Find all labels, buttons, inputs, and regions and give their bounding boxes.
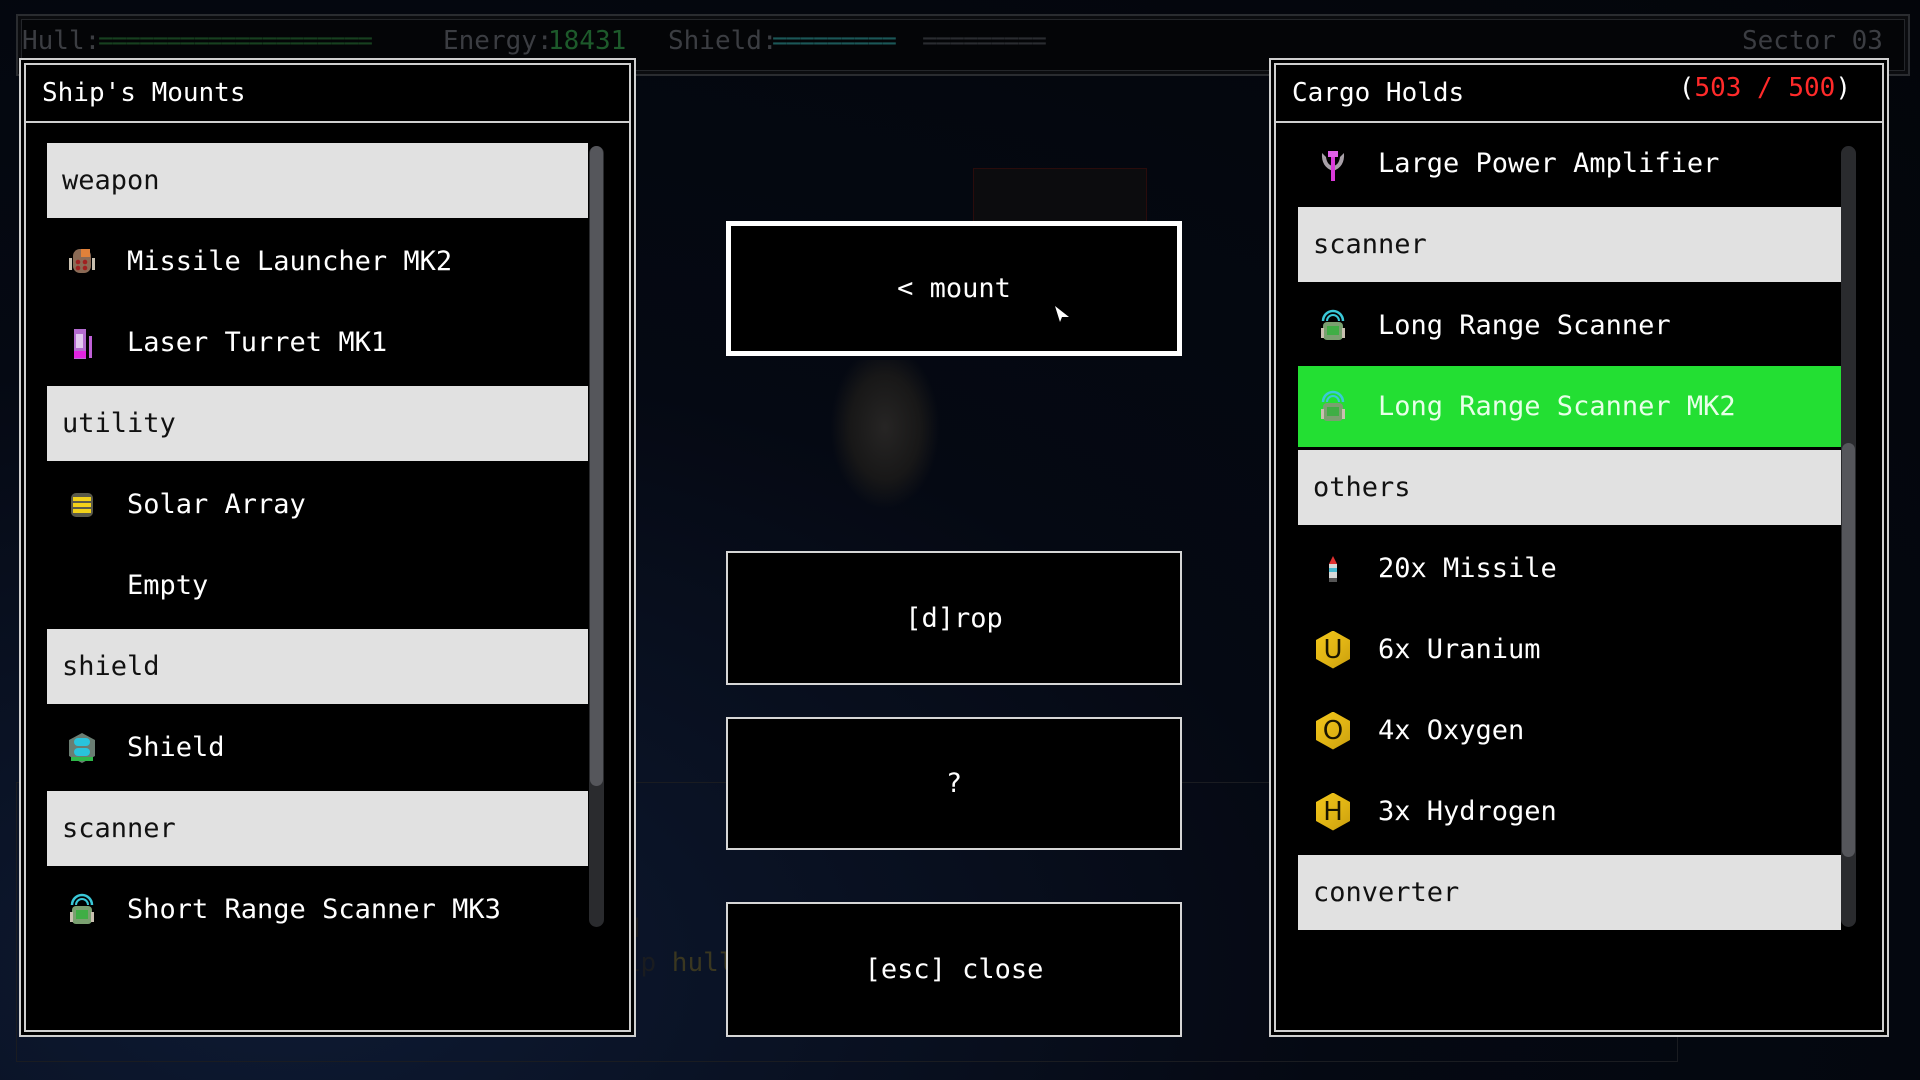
uranium-icon: U [1316, 630, 1350, 669]
hull-bar: ==================== [98, 26, 373, 56]
cargo-list[interactable]: Large Power Amplifier scanner Long Range S… [1298, 126, 1841, 996]
help-button-label: ? [945, 768, 963, 799]
mounts-list-item[interactable]: Solar Array [47, 464, 588, 545]
scanner-icon [1316, 388, 1350, 426]
shield-bar: ========= [772, 26, 897, 56]
mounts-list[interactable]: weapon Missile Launcher MK2 Laser Turret M… [47, 143, 588, 1013]
shield-generator-icon [65, 729, 99, 767]
mounts-list-item[interactable]: Missile Launcher MK2 [47, 221, 588, 302]
item-label: 4x Oxygen [1378, 715, 1525, 746]
mounts-panel-header: Ship's Mounts [26, 65, 629, 123]
item-label: Short Range Scanner MK3 [127, 894, 501, 925]
cargo-list-item[interactable]: H 3x Hydrogen [1298, 771, 1841, 852]
cargo-scrollbar[interactable] [1841, 146, 1856, 927]
cargo-list-item[interactable]: O 4x Oxygen [1298, 690, 1841, 771]
item-label: Empty [127, 570, 209, 601]
hydrogen-icon: H [1316, 792, 1350, 831]
cargo-list-item[interactable]: Long Range Scanner [1298, 285, 1841, 366]
missile-icon [1316, 550, 1350, 588]
drop-button-label: [d]rop [905, 602, 1003, 634]
energy-label: Energy: [443, 26, 553, 56]
mounts-list-item[interactable]: Shield [47, 707, 588, 788]
category-label: others [1313, 472, 1411, 503]
cargo-category-header: others [1298, 450, 1841, 525]
mounts-category-header: weapon [47, 143, 588, 218]
help-button[interactable]: ? [726, 717, 1182, 850]
item-label: 3x Hydrogen [1378, 796, 1557, 827]
mounts-list-item[interactable]: Laser Turret MK1 [47, 302, 588, 383]
cargo-scroll-thumb[interactable] [1842, 442, 1855, 857]
sector-label: Sector 03 [1742, 26, 1883, 56]
drop-button[interactable]: [d]rop [726, 551, 1182, 685]
mount-button[interactable]: < mount [726, 221, 1182, 356]
shield-label: Shield: [668, 26, 778, 56]
category-label: utility [62, 408, 176, 439]
laser-turret-icon [65, 324, 99, 362]
scanner-icon [1316, 307, 1350, 345]
scanner-icon [65, 891, 99, 929]
cargo-panel: Cargo Holds (503 / 500) Large Power Ampl… [1269, 58, 1889, 1037]
mount-button-label: < mount [897, 273, 1011, 304]
mounts-panel: Ship's Mounts weapon Missile Launcher MK2… [19, 58, 636, 1037]
item-label: Laser Turret MK1 [127, 327, 388, 358]
player-ship-sprite [830, 360, 940, 510]
mounts-category-header: scanner [47, 791, 588, 866]
item-label: Long Range Scanner [1378, 310, 1671, 341]
energy-value: 18431 [548, 26, 627, 56]
item-label: Shield [127, 732, 225, 763]
cargo-panel-title: Cargo Holds [1292, 78, 1465, 108]
item-label: Large Power Amplifier [1378, 148, 1720, 179]
mounts-category-header: utility [47, 386, 588, 461]
category-label: scanner [62, 813, 176, 844]
item-label: Solar Array [127, 489, 306, 520]
mounts-scrollbar[interactable] [589, 146, 604, 927]
category-label: scanner [1313, 229, 1427, 260]
close-button[interactable]: [esc] close [726, 902, 1182, 1037]
category-label: converter [1313, 877, 1460, 908]
item-label: 20x Missile [1378, 553, 1557, 584]
mounts-panel-title: Ship's Mounts [42, 78, 246, 108]
missile-launcher-icon [65, 243, 99, 281]
power-amplifier-icon [1316, 145, 1350, 183]
category-label: shield [62, 651, 160, 682]
solar-array-icon [65, 486, 99, 524]
item-label: Missile Launcher MK2 [127, 246, 453, 277]
item-label: Long Range Scanner MK2 [1378, 391, 1736, 422]
cargo-list-item[interactable]: 20x Missile [1298, 528, 1841, 609]
cargo-list-item[interactable]: Large Power Amplifier [1298, 126, 1841, 204]
mounts-scroll-thumb[interactable] [590, 146, 603, 787]
close-button-label: [esc] close [864, 954, 1044, 985]
mounts-list-item[interactable]: Short Range Scanner MK3 [47, 869, 588, 950]
cargo-max: 500 [1788, 73, 1836, 103]
mouse-cursor-icon [1055, 306, 1069, 322]
cargo-category-header: converter [1298, 855, 1841, 930]
mounts-category-header: shield [47, 629, 588, 704]
mounts-list-item[interactable]: Empty [47, 545, 588, 626]
oxygen-icon: O [1316, 711, 1350, 750]
cargo-capacity: (503 / 500) [1678, 73, 1851, 103]
hull-label: Hull: [22, 26, 101, 56]
cargo-list-item[interactable]: Long Range Scanner MK2 [1298, 366, 1841, 447]
cargo-category-header: scanner [1298, 207, 1841, 282]
shield-bar-empty: ========= [922, 26, 1047, 56]
cargo-used: 503 [1694, 73, 1742, 103]
item-label: 6x Uranium [1378, 634, 1541, 665]
category-label: weapon [62, 165, 160, 196]
cargo-list-item[interactable]: U 6x Uranium [1298, 609, 1841, 690]
